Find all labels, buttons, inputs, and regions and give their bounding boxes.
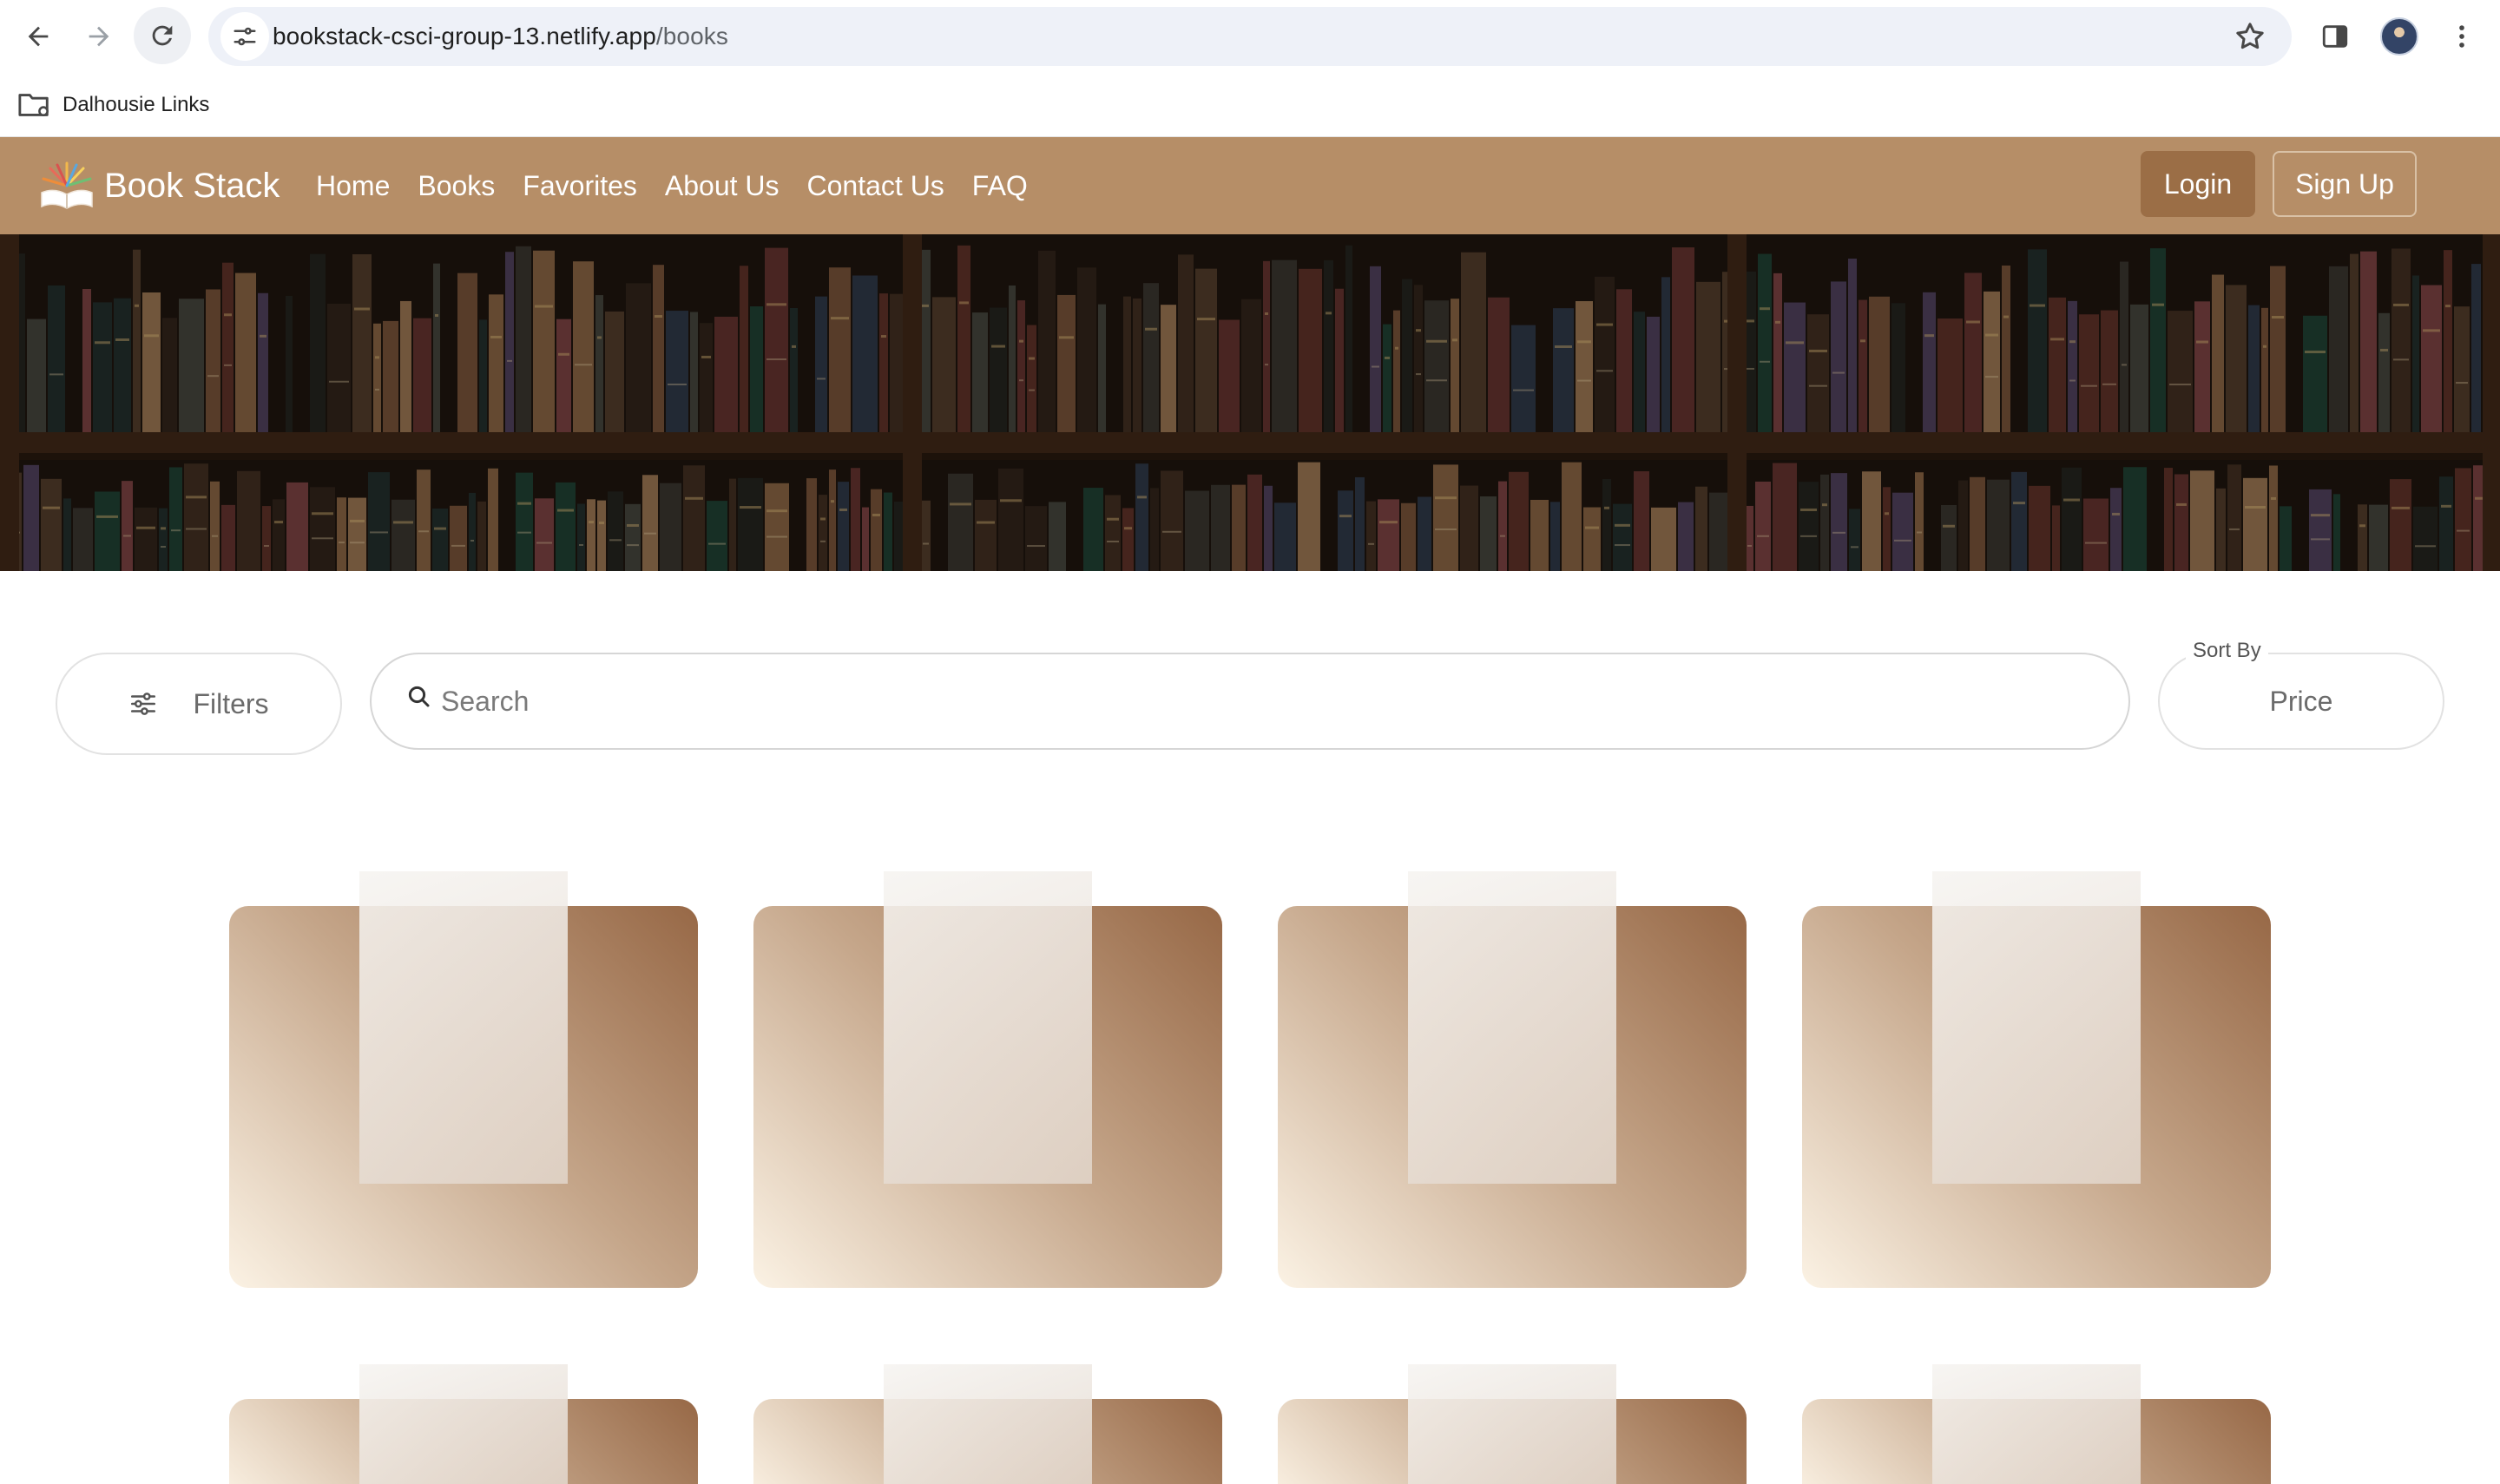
address-bar[interactable]: bookstack-csci-group-13.netlify.app/book… xyxy=(208,7,2292,66)
nav-link-favorites[interactable]: Favorites xyxy=(523,170,637,202)
nav-links: Home Books Favorites About Us Contact Us… xyxy=(316,161,1028,210)
sort-select[interactable]: Sort By Price xyxy=(2158,639,2444,750)
browser-toolbar: bookstack-csci-group-13.netlify.app/book… xyxy=(0,0,2500,73)
reload-icon xyxy=(152,25,173,46)
login-button[interactable]: Login xyxy=(2141,151,2255,217)
url-path: /books xyxy=(655,23,728,49)
nav-link-about-us[interactable]: About Us xyxy=(665,170,780,202)
bookmark-folder-dalhousie[interactable]: Dalhousie Links xyxy=(17,85,209,125)
sliders-icon xyxy=(131,693,156,715)
book-cover-placeholder xyxy=(1932,871,2141,1184)
book-card-skeleton xyxy=(229,1364,698,1484)
book-card-skeleton xyxy=(753,1364,1222,1484)
book-cover-placeholder xyxy=(884,871,1092,1184)
filters-label: Filters xyxy=(193,687,269,719)
arrow-left-icon xyxy=(28,26,49,47)
url-text[interactable]: bookstack-csci-group-13.netlify.app/book… xyxy=(273,7,728,66)
page: bookstack-csci-group-13.netlify.app/book… xyxy=(0,0,2500,1484)
book-cover-placeholder xyxy=(1408,1364,1616,1484)
search-input[interactable] xyxy=(441,654,2090,748)
profile-button[interactable] xyxy=(2375,12,2424,61)
search-box[interactable] xyxy=(370,653,2130,750)
bookmark-label: Dalhousie Links xyxy=(62,93,210,116)
reload-button[interactable] xyxy=(134,7,191,64)
forward-button[interactable] xyxy=(71,10,127,62)
book-cover-placeholder xyxy=(359,1364,568,1484)
book-card-skeleton xyxy=(229,871,698,1288)
site-info-icon[interactable] xyxy=(220,12,269,61)
back-button[interactable] xyxy=(10,10,66,62)
arrow-right-icon xyxy=(89,26,109,47)
side-panel-button[interactable] xyxy=(2311,12,2359,61)
book-card-skeleton xyxy=(1802,871,2271,1288)
book-cover-placeholder xyxy=(1932,1364,2141,1484)
book-card-skeleton xyxy=(753,871,1222,1288)
sort-value[interactable]: Price xyxy=(2160,654,2443,748)
nav-link-books[interactable]: Books xyxy=(418,170,495,202)
book-cover-placeholder xyxy=(884,1364,1092,1484)
side-panel-icon xyxy=(2322,25,2348,48)
more-vertical-icon xyxy=(2459,25,2464,48)
nav-link-faq[interactable]: FAQ xyxy=(972,170,1028,202)
bookmarks-bar: Dalhousie Links xyxy=(0,73,2500,137)
book-cover-placeholder xyxy=(359,871,568,1184)
site-navbar: Book Stack Home Books Favorites About Us… xyxy=(0,137,2500,234)
book-card-skeleton xyxy=(1802,1364,2271,1484)
browser-menu-button[interactable] xyxy=(2438,12,2486,61)
url-host: bookstack-csci-group-13.netlify.app xyxy=(273,23,656,49)
bookshelf-image xyxy=(0,234,2500,571)
book-card-skeleton xyxy=(1278,1364,1747,1484)
brand-name: Book Stack xyxy=(104,166,280,205)
folder-icon xyxy=(18,94,49,117)
open-book-logo-icon xyxy=(41,161,93,209)
book-card-skeleton xyxy=(1278,871,1747,1288)
brand[interactable]: Book Stack xyxy=(38,158,280,213)
hero-banner xyxy=(0,234,2500,571)
nav-link-home[interactable]: Home xyxy=(316,170,390,202)
signup-button[interactable]: Sign Up xyxy=(2273,151,2417,217)
avatar xyxy=(2380,17,2418,56)
bookmark-star-icon[interactable] xyxy=(2233,19,2267,54)
book-cover-placeholder xyxy=(1408,871,1616,1184)
filters-button[interactable]: Filters xyxy=(56,653,342,755)
search-icon xyxy=(408,686,430,707)
nav-link-contact-us[interactable]: Contact Us xyxy=(807,170,944,202)
